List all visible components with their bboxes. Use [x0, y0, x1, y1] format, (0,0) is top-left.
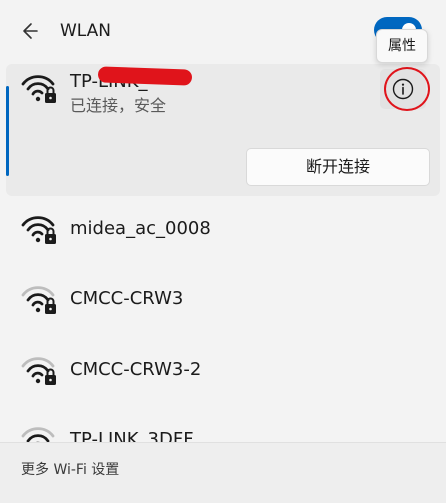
page-title: WLAN: [60, 21, 112, 41]
more-wifi-settings-link[interactable]: 更多 Wi-Fi 设置: [21, 460, 119, 480]
connected-network-card[interactable]: TP-LINK_ 已连接，安全 断开连接: [6, 64, 440, 196]
arrow-left-icon[interactable]: [18, 20, 40, 42]
info-icon: [392, 78, 414, 100]
network-name: midea_ac_0008: [70, 218, 211, 239]
wifi-lock-icon: [21, 357, 56, 385]
disconnect-button[interactable]: 断开连接: [246, 148, 430, 186]
selection-indicator: [6, 86, 9, 176]
network-item[interactable]: CMCC-CRW3: [6, 269, 440, 329]
network-item[interactable]: CMCC-CRW3-2: [6, 340, 440, 400]
wlan-flyout: WLAN TP-LINK_ 已连接，安全: [0, 0, 446, 503]
connection-status: 已连接，安全: [70, 96, 167, 115]
network-name: CMCC-CRW3: [70, 288, 184, 309]
footer: 更多 Wi-Fi 设置: [0, 442, 446, 503]
wifi-lock-icon: [21, 216, 56, 244]
network-name: CMCC-CRW3-2: [70, 359, 202, 380]
network-item[interactable]: midea_ac_0008: [6, 199, 440, 259]
properties-button[interactable]: [380, 69, 426, 109]
redaction-mark: [97, 66, 193, 86]
wifi-lock-icon: [21, 75, 56, 103]
properties-tooltip: 属性: [376, 29, 428, 63]
wifi-lock-icon: [21, 286, 56, 314]
